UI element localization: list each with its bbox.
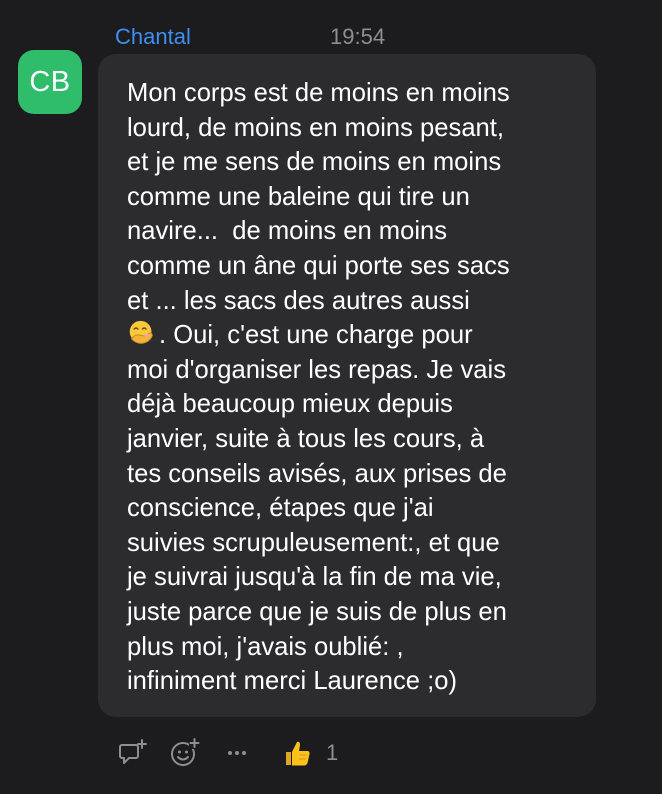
- message-text: Mon corps est de moins en moins lourd, d…: [127, 76, 576, 699]
- more-icon-graphic: [228, 751, 246, 755]
- add-reaction-icon-graphic: [171, 738, 200, 766]
- sender-name[interactable]: Chantal: [115, 24, 191, 50]
- reply-icon-graphic: [119, 739, 147, 764]
- reply-icon[interactable]: [116, 736, 150, 770]
- chat-message: CB Chantal 19:54 Mon corps est de moins …: [0, 0, 662, 794]
- message-actions: 1: [0, 734, 662, 774]
- message-text-part-2: . Oui, c'est une charge pour moi d'organ…: [127, 321, 507, 696]
- more-icon[interactable]: [222, 736, 252, 770]
- thumbs-up-icon: [286, 741, 310, 766]
- message-bubble: Mon corps est de moins en moins lourd, d…: [98, 54, 596, 717]
- face-with-hand-over-mouth-icon: [129, 320, 153, 344]
- avatar[interactable]: CB: [18, 50, 82, 114]
- add-reaction-icon[interactable]: [168, 736, 202, 770]
- message-text-part-1: Mon corps est de moins en moins lourd, d…: [127, 79, 510, 315]
- reaction-count: 1: [326, 740, 339, 765]
- reaction-thumbs-up[interactable]: 1: [282, 736, 338, 770]
- message-timestamp: 19:54: [330, 24, 386, 49]
